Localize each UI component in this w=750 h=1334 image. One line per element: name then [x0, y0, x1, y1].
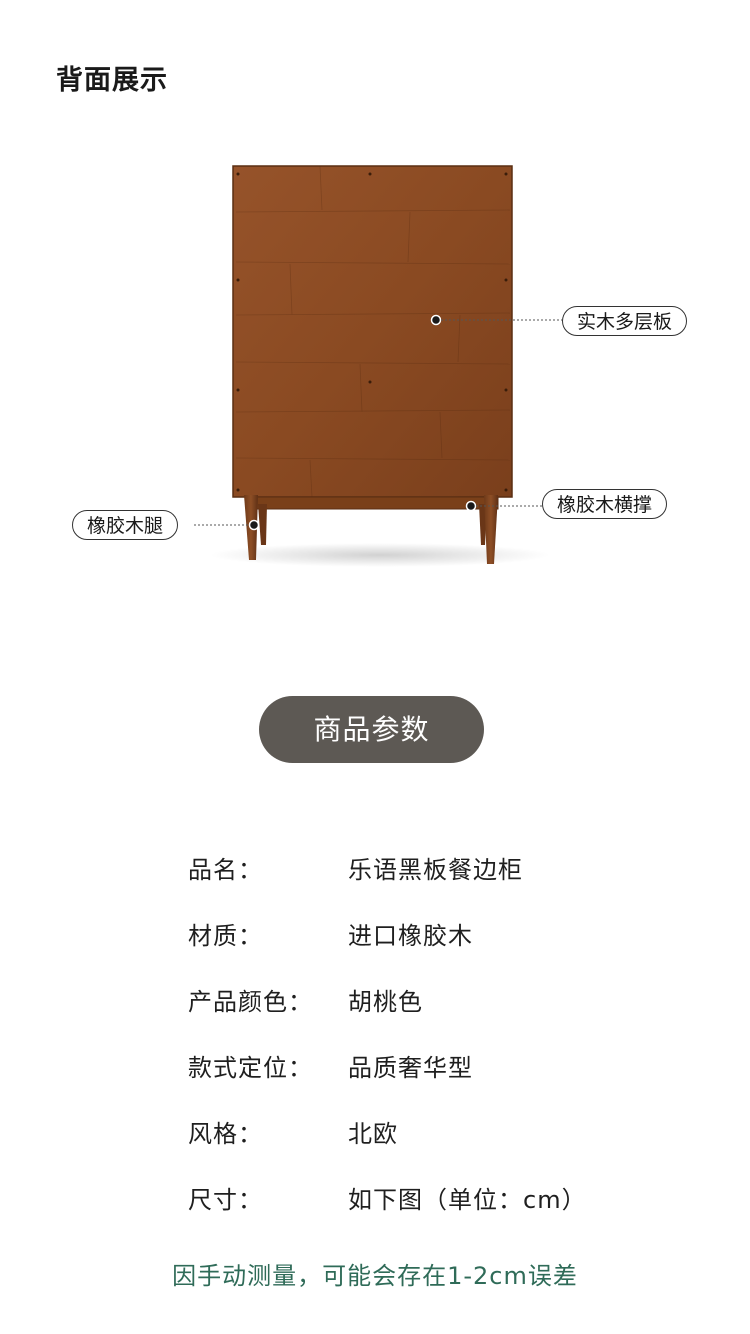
spec-label: 尺寸：: [188, 1186, 263, 1214]
callout-leg-label: 橡胶木腿: [72, 510, 179, 540]
spec-value: 乐语黑板餐边柜: [348, 856, 523, 884]
spec-value: 品质奢华型: [348, 1054, 473, 1082]
spec-value: 进口橡胶木: [348, 922, 473, 950]
spec-label: 产品颜色：: [188, 988, 313, 1016]
callout-plywood-label: 实木多层板: [562, 306, 688, 336]
spec-row-name: 品名： 乐语黑板餐边柜: [188, 850, 668, 916]
spec-label: 品名：: [188, 856, 263, 884]
spec-row-material: 材质： 进口橡胶木: [188, 916, 668, 982]
base-brace: [245, 496, 499, 510]
spec-row-style: 风格： 北欧: [188, 1114, 668, 1180]
spec-value: 北欧: [348, 1120, 398, 1148]
section-title: 背面展示: [56, 65, 168, 96]
spec-label: 款式定位：: [188, 1054, 313, 1082]
spec-row-size: 尺寸： 如下图（单位：cm）: [188, 1180, 668, 1246]
spec-value: 如下图（单位：cm）: [348, 1186, 587, 1214]
leg-marker: [248, 519, 260, 531]
spec-list: 品名： 乐语黑板餐边柜 材质： 进口橡胶木 产品颜色： 胡桃色 款式定位： 品质…: [188, 850, 668, 1246]
plywood-marker: [430, 314, 442, 326]
floor-shadow: [210, 543, 550, 567]
spec-row-positioning: 款式定位： 品质奢华型: [188, 1048, 668, 1114]
measurement-note: 因手动测量，可能会存在1-2cm误差: [172, 1262, 578, 1290]
callout-brace-label: 橡胶木横撑: [542, 489, 668, 519]
params-heading: 商品参数: [259, 696, 484, 763]
spec-row-color: 产品颜色： 胡桃色: [188, 982, 668, 1048]
spec-value: 胡桃色: [348, 988, 423, 1016]
leg-back-left: [258, 504, 267, 545]
spec-label: 风格：: [188, 1120, 263, 1148]
spec-label: 材质：: [188, 922, 263, 950]
brace-marker: [465, 500, 477, 512]
back-panel: [232, 165, 513, 498]
